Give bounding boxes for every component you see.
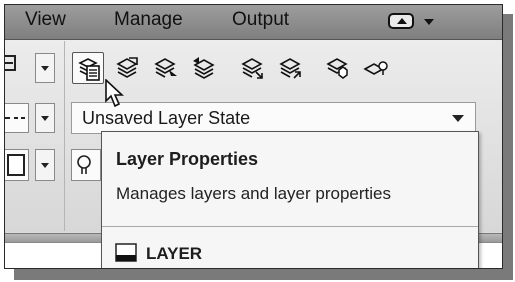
layer-match-button[interactable] <box>236 52 268 84</box>
linetype-dropdown-arrow[interactable] <box>35 103 55 133</box>
tool-dropdown-arrow[interactable] <box>35 53 55 83</box>
command-line-icon <box>115 243 137 262</box>
tooltip-divider <box>102 226 478 227</box>
chevron-down-icon <box>424 19 434 25</box>
layer-properties-icon <box>78 58 100 81</box>
tooltip-title: Layer Properties <box>116 149 259 169</box>
layer-change-icon <box>279 58 301 79</box>
ribbon-tab-bar: View Manage Output <box>5 5 502 40</box>
chevron-down-icon <box>452 115 464 122</box>
mouse-pointer-icon <box>105 79 125 108</box>
tooltip-description: Manages layers and layer properties <box>116 184 391 203</box>
layer-isolate-button[interactable] <box>322 52 354 84</box>
layer-combo[interactable] <box>5 149 29 181</box>
linetype-combo[interactable] <box>5 103 29 133</box>
layer-previous-icon <box>193 57 215 79</box>
tooltip: Layer Properties Manages layers and laye… <box>101 131 479 268</box>
chevron-down-icon <box>41 163 49 168</box>
tab-manage[interactable]: Manage <box>114 9 183 31</box>
layer-make-current-button[interactable] <box>150 52 182 84</box>
layer-dropdown-arrow[interactable] <box>35 149 55 181</box>
layer-off-button[interactable] <box>360 52 392 84</box>
chevron-down-icon <box>41 116 49 121</box>
layer-make-current-icon <box>154 58 177 78</box>
layer-state-combo[interactable]: Unsaved Layer State <box>71 102 476 134</box>
layer-off-icon <box>363 61 388 75</box>
layer-isolate-icon <box>326 58 348 79</box>
layer-state-icon <box>116 57 138 78</box>
layer-previous-button[interactable] <box>188 52 220 84</box>
layer-state-value: Unsaved Layer State <box>82 108 251 128</box>
layer-match-icon <box>241 58 263 79</box>
tab-view[interactable]: View <box>25 9 66 31</box>
chevron-down-icon <box>41 66 49 71</box>
layer-properties-button[interactable] <box>72 52 104 84</box>
layer-change-button[interactable] <box>274 52 306 84</box>
cut-off-tool-icon[interactable] <box>5 53 23 75</box>
layer-on-off-combo[interactable] <box>71 149 101 181</box>
panel-divider <box>64 41 65 231</box>
app-window: View Manage Output Unsaved Layer State L… <box>4 4 503 269</box>
tab-output[interactable]: Output <box>232 9 289 31</box>
lightbulb-icon <box>77 155 91 174</box>
tooltip-command-name: LAYER <box>146 244 203 263</box>
eject-dropdown-icon <box>388 13 414 29</box>
workspace-dropdown-button[interactable] <box>388 11 442 33</box>
